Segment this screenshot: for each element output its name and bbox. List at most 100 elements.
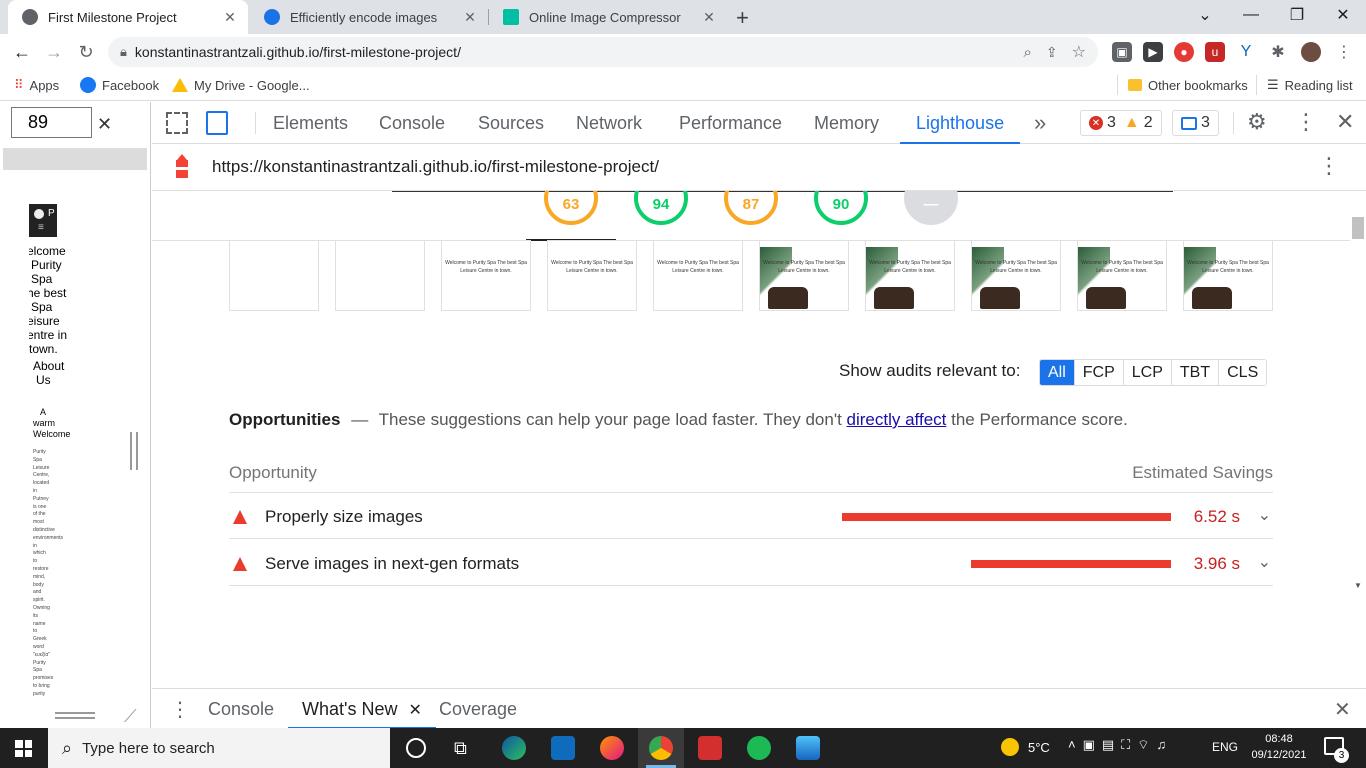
bookmark-my-drive[interactable]: My Drive - Google...: [172, 76, 310, 94]
sun-weather-icon[interactable]: [1001, 738, 1019, 756]
close-tab-icon[interactable]: ✕: [699, 9, 719, 26]
hamburger-icon[interactable]: ≡: [38, 222, 44, 233]
resize-handle[interactable]: [55, 717, 95, 719]
extension-icon[interactable]: Y: [1236, 42, 1256, 62]
close-tab-icon[interactable]: ✕: [460, 9, 480, 26]
filter-tbt[interactable]: TBT: [1170, 360, 1219, 385]
reading-list[interactable]: ☰ Reading list: [1267, 76, 1353, 94]
adblock-icon[interactable]: ●: [1174, 42, 1194, 62]
chrome-taskbar-active[interactable]: [638, 728, 684, 768]
extension-icon[interactable]: ▶: [1143, 42, 1163, 62]
close-window-button[interactable]: ✕: [1320, 0, 1366, 30]
issues-badge[interactable]: ✕ 3 ▲ 2: [1080, 110, 1162, 136]
drawer-menu-icon[interactable]: ⋮: [170, 697, 190, 722]
tab-title: Efficiently encode images: [290, 9, 438, 25]
puzzle-icon[interactable]: ✱: [1268, 42, 1288, 62]
profile-avatar[interactable]: [1301, 42, 1321, 62]
close-icon[interactable]: ✕: [97, 114, 112, 135]
weather-temp[interactable]: 5°C: [1028, 740, 1050, 755]
scroll-down-icon[interactable]: ▼: [1354, 581, 1362, 590]
about-link[interactable]: About Us: [33, 359, 64, 387]
drawer-tab-whats-new[interactable]: What's New ✕: [288, 689, 436, 729]
mail-icon[interactable]: [551, 736, 575, 760]
devtools-menu-icon[interactable]: ⋮: [1295, 109, 1317, 135]
opportunity-row[interactable]: Properly size images 6.52 s ⌄: [229, 493, 1273, 539]
report-menu-icon[interactable]: ⋮: [1318, 153, 1340, 179]
firefox-icon[interactable]: [600, 736, 624, 760]
messages-badge[interactable]: 3: [1172, 110, 1219, 136]
acrobat-icon[interactable]: [698, 736, 722, 760]
opportunity-row[interactable]: Serve images in next-gen formats 3.96 s …: [229, 540, 1273, 586]
report-scrollbar[interactable]: ▼: [1350, 191, 1366, 596]
tab-memory[interactable]: Memory: [814, 102, 879, 144]
close-devtools-icon[interactable]: ✕: [1336, 109, 1354, 135]
spotify-icon[interactable]: [747, 736, 771, 760]
device-toolbar-icon[interactable]: [206, 111, 228, 135]
resize-handle[interactable]: [136, 432, 138, 470]
forward-button[interactable]: →: [40, 38, 68, 66]
tab-sources[interactable]: Sources: [478, 102, 544, 144]
site-brand: P: [48, 208, 55, 219]
menu-icon[interactable]: ⋮: [1334, 42, 1354, 62]
filter-cls[interactable]: CLS: [1218, 360, 1267, 385]
directly-affect-link[interactable]: directly affect: [847, 410, 947, 429]
divider: [1117, 75, 1118, 95]
chevron-down-icon[interactable]: ⌄: [1258, 505, 1271, 525]
other-bookmarks[interactable]: Other bookmarks: [1128, 76, 1248, 94]
resize-corner-icon[interactable]: ⟋: [124, 706, 137, 727]
tab-performance[interactable]: Performance: [679, 102, 782, 144]
score-gauge-best-practices[interactable]: 87: [724, 191, 778, 225]
zoom-icon[interactable]: ⌕: [1024, 44, 1032, 61]
reload-button[interactable]: ↻: [72, 38, 100, 66]
inspect-element-icon[interactable]: [166, 112, 188, 134]
score-gauge-pwa[interactable]: —: [904, 191, 958, 225]
score-gauge-performance[interactable]: 63: [544, 191, 598, 225]
edge-icon[interactable]: [502, 736, 526, 760]
tab-search-icon[interactable]: ⌄: [1182, 0, 1228, 30]
bookmark-facebook[interactable]: Facebook: [80, 76, 159, 94]
windows-start-icon[interactable]: [15, 740, 32, 757]
tab-image-compressor[interactable]: Online Image Compressor ✕: [489, 0, 727, 34]
close-tab-icon[interactable]: ✕: [220, 9, 240, 26]
filter-lcp[interactable]: LCP: [1122, 360, 1171, 385]
back-button[interactable]: ←: [8, 38, 36, 66]
filter-all[interactable]: All: [1040, 360, 1074, 385]
tab-network[interactable]: Network: [576, 102, 642, 144]
tab-console[interactable]: Console: [379, 102, 445, 144]
resize-handle[interactable]: [55, 712, 95, 714]
scrollbar-thumb[interactable]: [1352, 217, 1364, 239]
drawer-tab-console[interactable]: Console: [208, 689, 274, 729]
taskbar-search[interactable]: ⌕ Type here to search: [48, 728, 390, 768]
chevron-down-icon[interactable]: ⌄: [1258, 552, 1271, 572]
tab-elements[interactable]: Elements: [273, 102, 348, 144]
clock[interactable]: 08:48 09/12/2021: [1248, 731, 1310, 763]
photos-icon[interactable]: [796, 736, 820, 760]
ublock-icon[interactable]: u: [1205, 42, 1225, 62]
tab-first-milestone[interactable]: First Milestone Project ✕: [8, 0, 248, 34]
minimize-button[interactable]: —: [1228, 0, 1274, 30]
tray-icons[interactable]: ˄▣▤⛶⌔♫: [1068, 737, 1173, 753]
tab-lighthouse[interactable]: Lighthouse: [900, 102, 1021, 144]
zoom-input[interactable]: 89: [11, 107, 92, 138]
tab-encode-images[interactable]: Efficiently encode images ✕: [250, 0, 488, 34]
cortana-icon[interactable]: [406, 738, 426, 758]
resize-handle[interactable]: [130, 432, 132, 470]
task-view-icon[interactable]: ⧉: [454, 738, 467, 759]
score-gauge-seo[interactable]: 90: [814, 191, 868, 225]
address-url[interactable]: konstantinastrantzali.github.io/first-mi…: [135, 44, 461, 60]
close-drawer-icon[interactable]: ✕: [1334, 697, 1351, 722]
share-icon[interactable]: ⇪: [1046, 44, 1058, 61]
bookmark-star-icon[interactable]: ☆: [1072, 42, 1086, 62]
bookmark-apps[interactable]: ⠿ Apps: [14, 76, 59, 94]
language-indicator[interactable]: ENG: [1212, 740, 1238, 754]
close-tab-icon[interactable]: ✕: [408, 702, 421, 719]
filter-fcp[interactable]: FCP: [1073, 360, 1123, 385]
restore-button[interactable]: ❐: [1274, 0, 1320, 30]
drawer-tab-coverage[interactable]: Coverage: [439, 689, 517, 729]
new-tab-button[interactable]: +: [736, 5, 749, 31]
address-bar[interactable]: 🔒︎ konstantinastrantzali.github.io/first…: [108, 37, 1098, 67]
settings-gear-icon[interactable]: ⚙: [1247, 109, 1267, 135]
more-tabs-icon[interactable]: »: [1034, 102, 1046, 144]
score-gauge-accessibility[interactable]: 94: [634, 191, 688, 225]
extension-icon[interactable]: ▣: [1112, 42, 1132, 62]
